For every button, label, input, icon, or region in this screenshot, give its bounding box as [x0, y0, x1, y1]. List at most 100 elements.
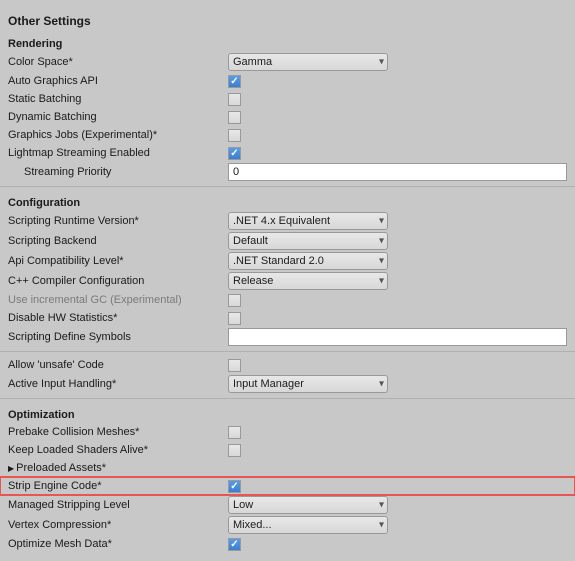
- allow-unsafe-label: Allow 'unsafe' Code: [8, 359, 228, 371]
- vertex-compression-dropdown[interactable]: Mixed... None Everything: [228, 516, 388, 534]
- color-space-row: Color Space* Gamma Linear: [0, 52, 575, 72]
- optimize-mesh-control: [228, 538, 567, 551]
- graphics-jobs-row: Graphics Jobs (Experimental)*: [0, 126, 575, 144]
- active-input-dropdown-wrapper: Input Manager Input System Package Both: [228, 375, 388, 393]
- active-input-control: Input Manager Input System Package Both: [228, 375, 567, 393]
- cpp-compiler-label: C++ Compiler Configuration: [8, 275, 228, 287]
- scripting-backend-label: Scripting Backend: [8, 235, 228, 247]
- scripting-define-label: Scripting Define Symbols: [8, 331, 228, 343]
- auto-graphics-checkbox[interactable]: [228, 75, 241, 88]
- auto-graphics-label: Auto Graphics API: [8, 75, 228, 87]
- cpp-compiler-dropdown[interactable]: Release Debug Master: [228, 272, 388, 290]
- dynamic-batching-label: Dynamic Batching: [8, 111, 228, 123]
- dynamic-batching-row: Dynamic Batching: [0, 108, 575, 126]
- lightmap-streaming-checkbox[interactable]: [228, 147, 241, 160]
- graphics-jobs-label: Graphics Jobs (Experimental)*: [8, 129, 228, 141]
- optimize-mesh-label: Optimize Mesh Data*: [8, 538, 228, 550]
- keep-shaders-checkbox[interactable]: [228, 444, 241, 457]
- allow-unsafe-checkbox[interactable]: [228, 359, 241, 372]
- streaming-priority-input[interactable]: [228, 163, 567, 181]
- keep-shaders-control: [228, 444, 567, 457]
- active-input-dropdown[interactable]: Input Manager Input System Package Both: [228, 375, 388, 393]
- lightmap-streaming-label: Lightmap Streaming Enabled: [8, 147, 228, 159]
- preloaded-assets-foldout-icon[interactable]: ▶: [8, 464, 14, 473]
- incremental-gc-control: [228, 294, 567, 307]
- preloaded-assets-label: ▶Preloaded Assets*: [8, 462, 228, 474]
- color-space-dropdown[interactable]: Gamma Linear: [228, 53, 388, 71]
- strip-engine-code-row: Strip Engine Code*: [0, 477, 575, 495]
- scripting-backend-control: Default Mono IL2CPP: [228, 232, 567, 250]
- color-space-label: Color Space*: [8, 56, 228, 68]
- vertex-compression-row: Vertex Compression* Mixed... None Everyt…: [0, 515, 575, 535]
- incremental-gc-checkbox[interactable]: [228, 294, 241, 307]
- streaming-priority-label: Streaming Priority: [8, 166, 228, 178]
- settings-container: Other Settings Rendering Color Space* Ga…: [0, 0, 575, 561]
- scripting-backend-dropdown[interactable]: Default Mono IL2CPP: [228, 232, 388, 250]
- strip-engine-code-label: Strip Engine Code*: [8, 480, 228, 492]
- scripting-define-control: [228, 328, 567, 346]
- lightmap-streaming-row: Lightmap Streaming Enabled: [0, 144, 575, 162]
- streaming-priority-row: Streaming Priority: [0, 162, 575, 182]
- auto-graphics-row: Auto Graphics API: [0, 72, 575, 90]
- active-input-row: Active Input Handling* Input Manager Inp…: [0, 374, 575, 394]
- static-batching-checkbox[interactable]: [228, 93, 241, 106]
- strip-engine-code-checkbox[interactable]: [228, 480, 241, 493]
- scripting-define-input[interactable]: [228, 328, 567, 346]
- managed-stripping-dropdown[interactable]: Low Medium High: [228, 496, 388, 514]
- prebake-collision-control: [228, 426, 567, 439]
- cpp-compiler-control: Release Debug Master: [228, 272, 567, 290]
- dynamic-batching-control: [228, 111, 567, 124]
- graphics-jobs-checkbox[interactable]: [228, 129, 241, 142]
- disable-hw-stats-control: [228, 312, 567, 325]
- scripting-define-row: Scripting Define Symbols: [0, 327, 575, 347]
- static-batching-label: Static Batching: [8, 93, 228, 105]
- strip-engine-code-control: [228, 480, 567, 493]
- color-space-dropdown-wrapper: Gamma Linear: [228, 53, 388, 71]
- vertex-compression-control: Mixed... None Everything: [228, 516, 567, 534]
- keep-shaders-row: Keep Loaded Shaders Alive*: [0, 441, 575, 459]
- vertex-compression-dropdown-wrapper: Mixed... None Everything: [228, 516, 388, 534]
- prebake-collision-checkbox[interactable]: [228, 426, 241, 439]
- scripting-runtime-control: .NET 4.x Equivalent .NET 3.5 Equivalent: [228, 212, 567, 230]
- static-batching-row: Static Batching: [0, 90, 575, 108]
- page-title: Other Settings: [0, 8, 575, 32]
- incremental-gc-row: Use incremental GC (Experimental): [0, 291, 575, 309]
- cpp-compiler-dropdown-wrapper: Release Debug Master: [228, 272, 388, 290]
- allow-unsafe-row: Allow 'unsafe' Code: [0, 356, 575, 374]
- divider-2: [0, 351, 575, 352]
- vertex-compression-label: Vertex Compression*: [8, 519, 228, 531]
- disable-hw-stats-label: Disable HW Statistics*: [8, 312, 228, 324]
- scripting-runtime-row: Scripting Runtime Version* .NET 4.x Equi…: [0, 211, 575, 231]
- api-compatibility-control: .NET Standard 2.0 .NET 4.x: [228, 252, 567, 270]
- rendering-section-header: Rendering: [0, 32, 575, 52]
- incremental-gc-label: Use incremental GC (Experimental): [8, 294, 228, 306]
- disable-hw-stats-row: Disable HW Statistics*: [0, 309, 575, 327]
- active-input-label: Active Input Handling*: [8, 378, 228, 390]
- scripting-backend-row: Scripting Backend Default Mono IL2CPP: [0, 231, 575, 251]
- managed-stripping-row: Managed Stripping Level Low Medium High: [0, 495, 575, 515]
- optimize-mesh-row: Optimize Mesh Data*: [0, 535, 575, 553]
- divider-1: [0, 186, 575, 187]
- scripting-backend-dropdown-wrapper: Default Mono IL2CPP: [228, 232, 388, 250]
- optimize-mesh-checkbox[interactable]: [228, 538, 241, 551]
- managed-stripping-label: Managed Stripping Level: [8, 499, 228, 511]
- managed-stripping-control: Low Medium High: [228, 496, 567, 514]
- scripting-runtime-label: Scripting Runtime Version*: [8, 215, 228, 227]
- api-compatibility-dropdown-wrapper: .NET Standard 2.0 .NET 4.x: [228, 252, 388, 270]
- api-compatibility-row: Api Compatibility Level* .NET Standard 2…: [0, 251, 575, 271]
- color-space-control: Gamma Linear: [228, 53, 567, 71]
- divider-3: [0, 398, 575, 399]
- configuration-section-header: Configuration: [0, 191, 575, 211]
- graphics-jobs-control: [228, 129, 567, 142]
- optimization-section-header: Optimization: [0, 403, 575, 423]
- disable-hw-stats-checkbox[interactable]: [228, 312, 241, 325]
- allow-unsafe-control: [228, 359, 567, 372]
- managed-stripping-dropdown-wrapper: Low Medium High: [228, 496, 388, 514]
- preloaded-assets-row: ▶Preloaded Assets*: [0, 459, 575, 477]
- streaming-priority-control: [228, 163, 567, 181]
- api-compatibility-dropdown[interactable]: .NET Standard 2.0 .NET 4.x: [228, 252, 388, 270]
- scripting-runtime-dropdown[interactable]: .NET 4.x Equivalent .NET 3.5 Equivalent: [228, 212, 388, 230]
- dynamic-batching-checkbox[interactable]: [228, 111, 241, 124]
- static-batching-control: [228, 93, 567, 106]
- api-compatibility-label: Api Compatibility Level*: [8, 255, 228, 267]
